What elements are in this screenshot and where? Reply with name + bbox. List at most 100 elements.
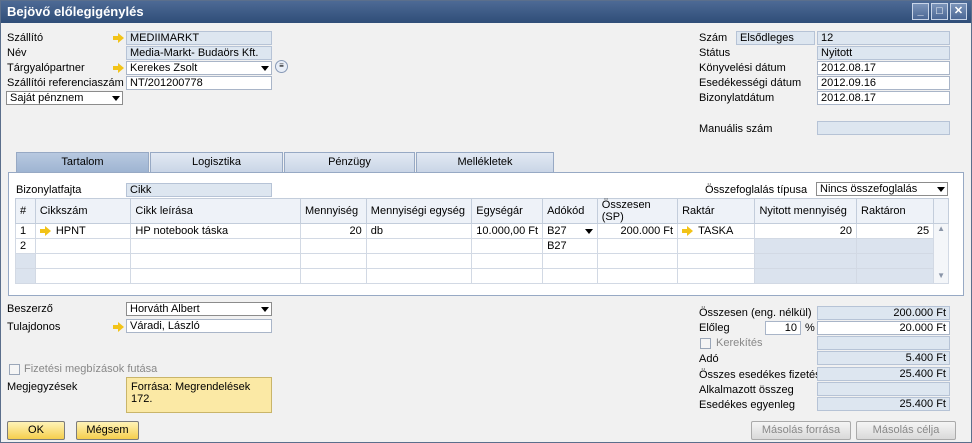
copy-from-button[interactable]: Másolás forrása <box>751 421 851 440</box>
scroll-down-icon[interactable]: ▼ <box>934 271 948 280</box>
description-cell[interactable]: HP notebook táska <box>130 223 301 239</box>
status-field[interactable]: Nyitott <box>817 46 950 60</box>
posting-date-label: Könyvelési dátum <box>699 62 786 74</box>
in-stock-cell[interactable]: 25 <box>856 223 935 239</box>
warehouse-cell[interactable] <box>677 238 756 254</box>
quantity-cell[interactable] <box>299 238 367 254</box>
percent-sign: % <box>805 322 815 334</box>
total-due-field[interactable]: 25.400 Ft <box>817 367 950 381</box>
buyer-select[interactable]: Horváth Albert <box>126 302 272 316</box>
cancel-button[interactable]: Mégsem <box>76 421 139 440</box>
name-label: Név <box>7 47 27 59</box>
link-arrow-icon[interactable] <box>113 63 124 73</box>
in-stock-cell <box>856 238 935 254</box>
link-arrow-icon[interactable] <box>113 33 124 43</box>
due-date-label: Esedékességi dátum <box>699 77 802 89</box>
rounding-checkbox[interactable] <box>700 338 711 349</box>
table-row[interactable]: 1 HPNT HP notebook táska 20 db 10.000,00… <box>15 223 949 284</box>
unit-cell[interactable] <box>365 238 473 254</box>
maximize-icon[interactable]: □ <box>931 3 948 20</box>
row-index: 1 <box>15 223 36 239</box>
minimize-icon[interactable]: _ <box>912 3 929 20</box>
tab-attachments[interactable]: Mellékletek <box>416 152 554 172</box>
summary-type-select[interactable]: Nincs összefoglalás <box>816 182 948 196</box>
posting-date-field[interactable]: 2012.08.17 <box>817 61 950 75</box>
due-date-field[interactable]: 2012.09.16 <box>817 76 950 90</box>
tax-field[interactable]: 5.400 Ft <box>817 351 950 365</box>
description-cell[interactable] <box>130 238 301 254</box>
payment-run-checkbox[interactable] <box>9 364 20 375</box>
contact-value: Kerekes Zsolt <box>130 62 198 74</box>
supplier-label: Szállító <box>7 32 44 44</box>
col-header-quantity[interactable]: Mennyiség <box>299 198 367 224</box>
quantity-cell[interactable]: 20 <box>299 223 367 239</box>
copy-to-button[interactable]: Másolás célja <box>856 421 956 440</box>
supplier-field[interactable]: MEDIIMARKT <box>126 31 272 45</box>
buyer-value: Horváth Albert <box>130 303 200 315</box>
total-cell[interactable] <box>596 238 679 254</box>
rounding-field[interactable] <box>817 336 950 350</box>
warehouse-value: TASKA <box>698 225 734 237</box>
document-date-field[interactable]: 2012.08.17 <box>817 91 950 105</box>
col-header-description[interactable]: Cikk leírása <box>130 198 301 224</box>
col-header-in-stock[interactable]: Raktáron <box>856 198 935 224</box>
link-arrow-icon[interactable] <box>113 322 124 332</box>
scrollbar[interactable]: ▲ ▼ <box>933 223 949 284</box>
tax-code-cell[interactable]: B27 <box>542 223 598 239</box>
chevron-down-icon[interactable] <box>584 229 593 234</box>
downpayment-amount-field[interactable]: 20.000 Ft <box>817 321 950 335</box>
contact-select[interactable]: Kerekes Zsolt <box>126 61 272 75</box>
table-row[interactable]: 2 B27 <box>15 238 949 254</box>
chevron-down-icon <box>112 96 120 101</box>
applied-amount-label: Alkalmazott összeg <box>699 384 794 396</box>
item-code-cell[interactable] <box>34 238 132 254</box>
name-field[interactable]: Media-Markt- Budaörs Kft. <box>126 46 272 60</box>
open-qty-cell[interactable]: 20 <box>754 223 858 239</box>
unit-price-cell[interactable] <box>471 238 544 254</box>
net-total-field[interactable]: 200.000 Ft <box>817 306 950 320</box>
contact-label: Tárgyalópartner <box>7 62 85 74</box>
link-arrow-icon[interactable] <box>39 226 51 237</box>
title-bar: Bejövő előlegigénylés _ □ ✕ <box>1 1 971 23</box>
balance-due-field[interactable]: 25.400 Ft <box>817 397 950 411</box>
col-header-total[interactable]: Összesen (SP) <box>596 198 679 224</box>
unit-price-cell[interactable]: 10.000,00 Ft <box>471 223 544 239</box>
tab-contents[interactable]: Tartalom <box>16 152 149 173</box>
downpayment-percent-field[interactable]: 10 <box>765 321 801 335</box>
currency-select[interactable]: Saját pénznem <box>6 91 123 105</box>
unit-cell[interactable]: db <box>365 223 473 239</box>
doc-type-field[interactable]: Cikk <box>126 183 272 197</box>
col-header-item-code[interactable]: Cikkszám <box>34 198 132 224</box>
tab-accounting[interactable]: Pénzügy <box>284 152 415 172</box>
col-header-warehouse[interactable]: Raktár <box>677 198 756 224</box>
col-header-unit-price[interactable]: Egységár <box>471 198 544 224</box>
manual-number-field[interactable] <box>817 121 950 135</box>
payment-run-label: Fizetési megbízások futása <box>24 363 158 375</box>
ref-field[interactable]: NT/201200778 <box>126 76 272 90</box>
doc-type-label: Bizonylatfajta <box>16 184 82 196</box>
open-qty-cell <box>754 238 858 254</box>
col-header-open-qty[interactable]: Nyitott mennyiség <box>754 198 858 224</box>
ok-button[interactable]: OK <box>7 421 65 440</box>
owner-field[interactable]: Váradi, László <box>126 319 272 333</box>
applied-amount-field[interactable] <box>817 382 950 396</box>
item-code-cell[interactable]: HPNT <box>34 223 132 239</box>
close-icon[interactable]: ✕ <box>950 3 967 20</box>
row-index: 2 <box>15 238 36 254</box>
tab-logistics[interactable]: Logisztika <box>150 152 283 172</box>
owner-label: Tulajdonos <box>7 321 61 333</box>
items-table: # Cikkszám Cikk leírása Mennyiség Mennyi… <box>15 198 949 284</box>
tax-code-cell[interactable]: B27 <box>542 238 598 254</box>
col-header-tax-code[interactable]: Adókód <box>542 198 598 224</box>
tax-label: Adó <box>699 353 719 365</box>
scroll-up-icon[interactable]: ▲ <box>934 224 948 233</box>
col-header-index[interactable]: # <box>15 198 36 224</box>
remarks-textarea[interactable]: Forrása: Megrendelések 172. <box>126 377 272 413</box>
total-cell[interactable]: 200.000 Ft <box>596 223 679 239</box>
contact-details-icon[interactable]: ≡ <box>275 60 288 73</box>
link-arrow-icon[interactable] <box>682 226 694 237</box>
number-series-select[interactable]: Elsődleges <box>736 31 815 45</box>
number-field[interactable]: 12 <box>817 31 950 45</box>
col-header-unit[interactable]: Mennyiségi egység <box>365 198 473 224</box>
warehouse-cell[interactable]: TASKA <box>677 223 756 239</box>
